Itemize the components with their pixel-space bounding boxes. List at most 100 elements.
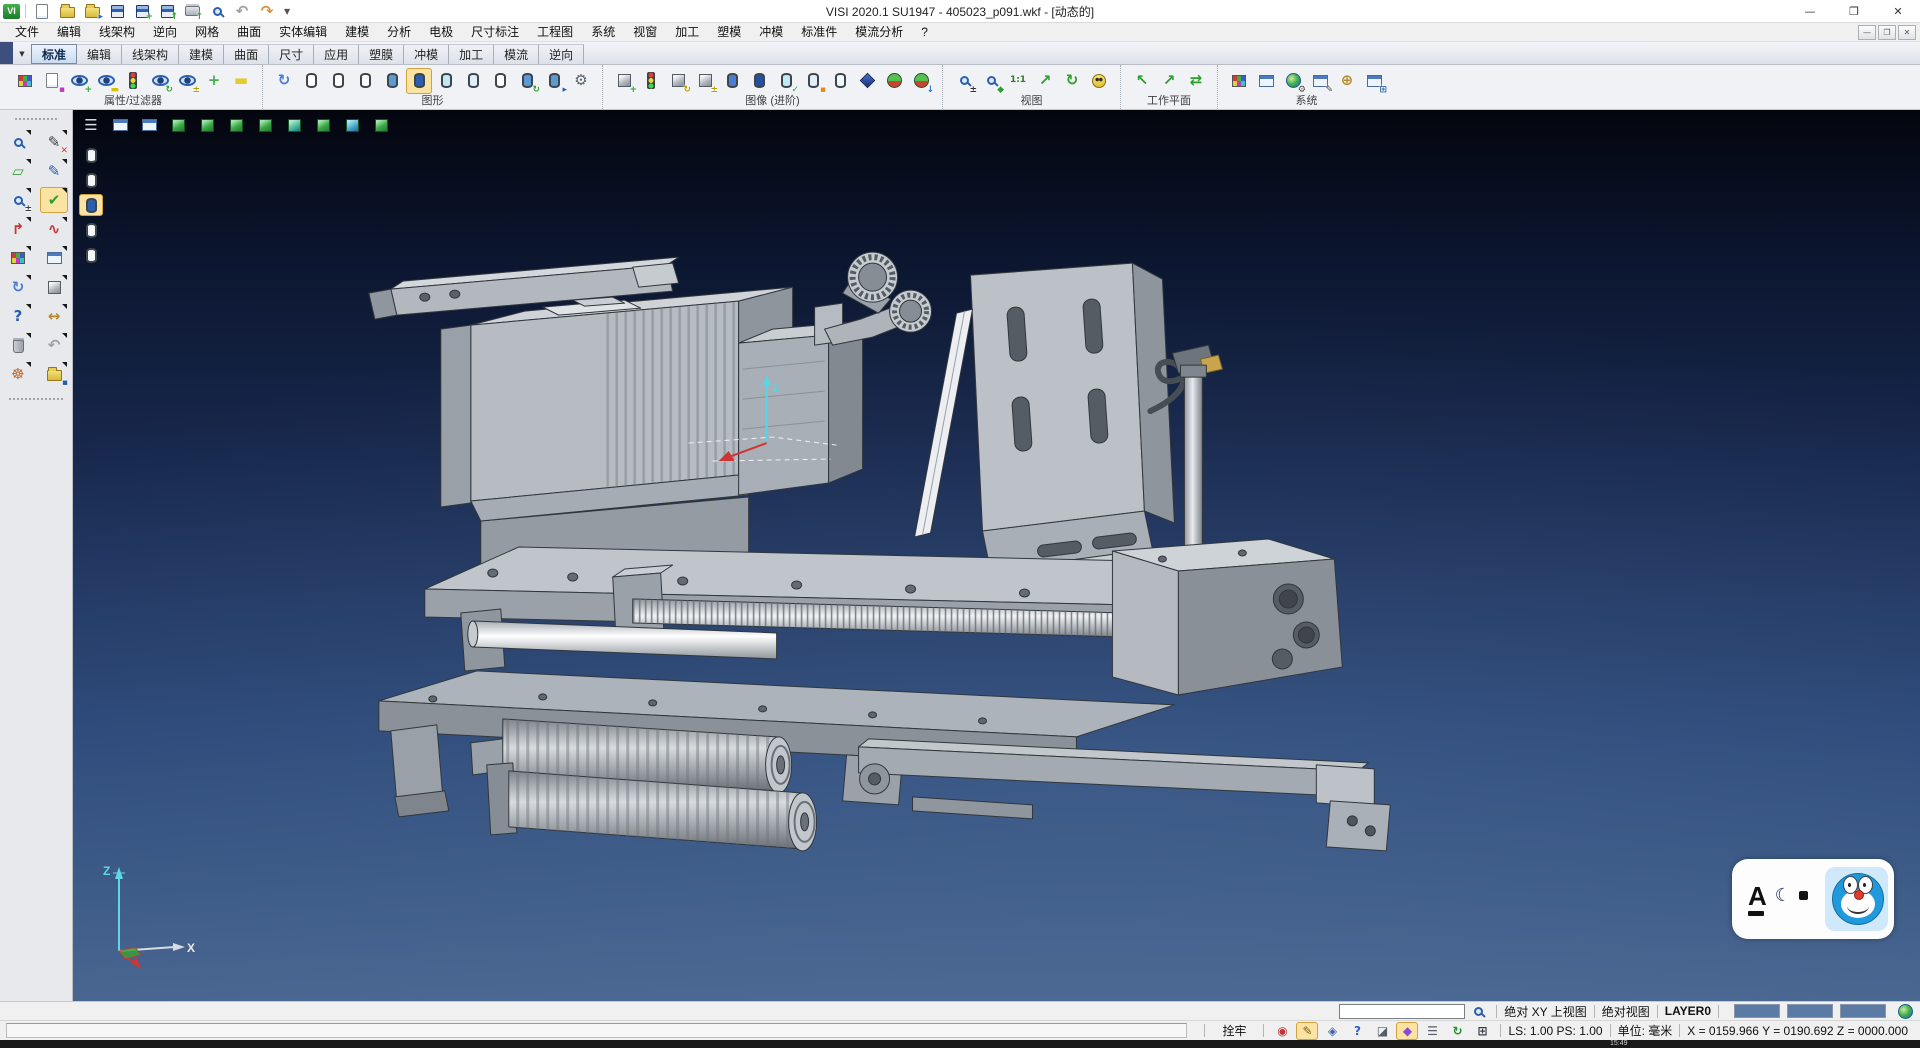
menu-item[interactable]: 冲模: [750, 23, 792, 41]
matrix-icon[interactable]: ⊞: [1361, 68, 1387, 94]
ribbon-tab[interactable]: 建模: [179, 44, 224, 64]
menu-item[interactable]: 文件: [6, 23, 48, 41]
add-visible-icon[interactable]: +: [201, 68, 227, 94]
menu-item[interactable]: 网格: [186, 23, 228, 41]
menu-item[interactable]: 编辑: [48, 23, 90, 41]
ribbon-tab[interactable]: 尺寸: [269, 44, 314, 64]
render-settings-icon[interactable]: ⚙: [568, 68, 594, 94]
globe-icon[interactable]: [1894, 1002, 1916, 1020]
attribute-painter-icon[interactable]: [12, 68, 38, 94]
mesh-cylinder-icon[interactable]: [487, 68, 513, 94]
attributes-dialog-icon[interactable]: [1253, 68, 1279, 94]
mdi-close-button[interactable]: ✕: [1898, 25, 1916, 40]
ribbon-tab[interactable]: 加工: [449, 44, 494, 64]
pan-view-icon[interactable]: ↗: [1032, 68, 1058, 94]
help-icon[interactable]: ?: [4, 303, 32, 329]
filter-traffic-icon[interactable]: [120, 68, 146, 94]
menu-item[interactable]: 逆向: [144, 23, 186, 41]
menu-item[interactable]: 电极: [420, 23, 462, 41]
active-layer-indicator[interactable]: LAYER0: [1665, 1004, 1711, 1018]
advanced-add-icon[interactable]: +: [611, 68, 637, 94]
export-sphere-icon[interactable]: ↓: [908, 68, 934, 94]
paste-icon[interactable]: ▪: [40, 361, 68, 387]
back-view-icon[interactable]: [311, 114, 335, 136]
section-dark-cylinder-icon[interactable]: [746, 68, 772, 94]
menu-item[interactable]: 建模: [336, 23, 378, 41]
ribbon-tab[interactable]: 标准: [31, 44, 77, 64]
menu-item[interactable]: 曲面: [228, 23, 270, 41]
save-as-icon[interactable]: +: [131, 1, 153, 21]
multi-viewport-icon[interactable]: [137, 114, 161, 136]
toolbar-grip[interactable]: [8, 397, 64, 401]
menu-item[interactable]: 塑模: [708, 23, 750, 41]
shaded-cylinder-icon[interactable]: [379, 68, 405, 94]
system-settings-icon[interactable]: ⚙: [1280, 68, 1306, 94]
solid-box-icon[interactable]: [40, 274, 68, 300]
attribute-document-icon[interactable]: ▪: [39, 68, 65, 94]
grid-snap-icon[interactable]: ⊞: [1471, 1022, 1493, 1040]
hidden-line-cylinder-icon[interactable]: [325, 68, 351, 94]
menu-item[interactable]: 实体编辑: [270, 23, 336, 41]
view-reference-indicator[interactable]: 绝对视图: [1602, 1003, 1650, 1020]
bottom-view-icon[interactable]: [340, 114, 364, 136]
search-input[interactable]: [1339, 1004, 1465, 1019]
window-layout-icon[interactable]: [40, 245, 68, 271]
spline-icon[interactable]: ∿: [40, 216, 68, 242]
regen-view-icon[interactable]: ↻: [271, 68, 297, 94]
advanced-filter-icon[interactable]: [638, 68, 664, 94]
quick-access-more-button[interactable]: ▼: [281, 7, 293, 16]
tag-cylinder-icon[interactable]: ▪: [800, 68, 826, 94]
single-viewport-icon[interactable]: [108, 114, 132, 136]
solid-view-icon[interactable]: [854, 68, 880, 94]
undo-gray-icon[interactable]: ↶: [40, 332, 68, 358]
menu-item[interactable]: 系统: [582, 23, 624, 41]
undo-icon[interactable]: ↶: [231, 1, 253, 21]
shade-mesh-icon[interactable]: [79, 244, 103, 266]
zoom-extents-icon[interactable]: ◆: [978, 68, 1004, 94]
search-icon[interactable]: [1467, 1002, 1489, 1020]
rotate-view-icon[interactable]: ↻: [1059, 68, 1085, 94]
regenerate-icon[interactable]: ↻: [4, 274, 32, 300]
zoom-window-icon[interactable]: ±: [4, 187, 32, 213]
viewport[interactable]: Z ☰ Z X A: [73, 110, 1920, 1001]
menu-item[interactable]: 视窗: [624, 23, 666, 41]
color-palette-icon[interactable]: [1226, 68, 1252, 94]
selection-filter-icon[interactable]: [4, 129, 32, 155]
validate-cylinder-icon[interactable]: ✓: [773, 68, 799, 94]
copy-shading-icon[interactable]: ▸: [541, 68, 567, 94]
pick-filter-icon[interactable]: ✎: [1296, 1022, 1318, 1040]
section-cylinder-icon[interactable]: [719, 68, 745, 94]
redo-icon[interactable]: ↷: [256, 1, 278, 21]
menu-item[interactable]: 线架构: [90, 23, 144, 41]
ribbon-tab[interactable]: 模流: [494, 44, 539, 64]
wcs-icon[interactable]: ↱: [4, 216, 32, 242]
confirm-icon[interactable]: ✔: [40, 187, 68, 213]
snap-lock-icon[interactable]: ◉: [1271, 1022, 1293, 1040]
wireframe-cylinder-icon[interactable]: [298, 68, 324, 94]
menu-item[interactable]: 工程图: [528, 23, 582, 41]
preferences-icon[interactable]: ✎: [1307, 68, 1333, 94]
save-all-icon[interactable]: ↑: [156, 1, 178, 21]
menu-item[interactable]: 标准件: [792, 23, 846, 41]
ribbon-tab[interactable]: 曲面: [224, 44, 269, 64]
axon-view-icon[interactable]: [369, 114, 393, 136]
print-icon[interactable]: ↑: [181, 1, 203, 21]
zoom-dynamic-icon[interactable]: ±: [951, 68, 977, 94]
sketch-icon[interactable]: ✎: [40, 158, 68, 184]
ribbon-tab[interactable]: 编辑: [77, 44, 122, 64]
menu-item[interactable]: 模流分析: [846, 23, 912, 41]
new-file-icon[interactable]: [31, 1, 53, 21]
show-entities-icon[interactable]: +: [66, 68, 92, 94]
ribbon-tab[interactable]: 应用: [314, 44, 359, 64]
color-swatch[interactable]: [1840, 1004, 1886, 1018]
insert-file-icon[interactable]: ▸: [81, 1, 103, 21]
open-file-icon[interactable]: [56, 1, 78, 21]
workplane-rotate-icon[interactable]: ⇄: [1183, 68, 1209, 94]
color-swatch[interactable]: [1734, 1004, 1780, 1018]
ghost-cylinder-icon[interactable]: [460, 68, 486, 94]
shade-ghost-icon[interactable]: [79, 219, 103, 241]
layer-list-icon[interactable]: ☰: [1421, 1022, 1443, 1040]
menu-item[interactable]: 尺寸标注: [462, 23, 528, 41]
shaded-sphere-icon[interactable]: [881, 68, 907, 94]
delete-icon[interactable]: [4, 332, 32, 358]
